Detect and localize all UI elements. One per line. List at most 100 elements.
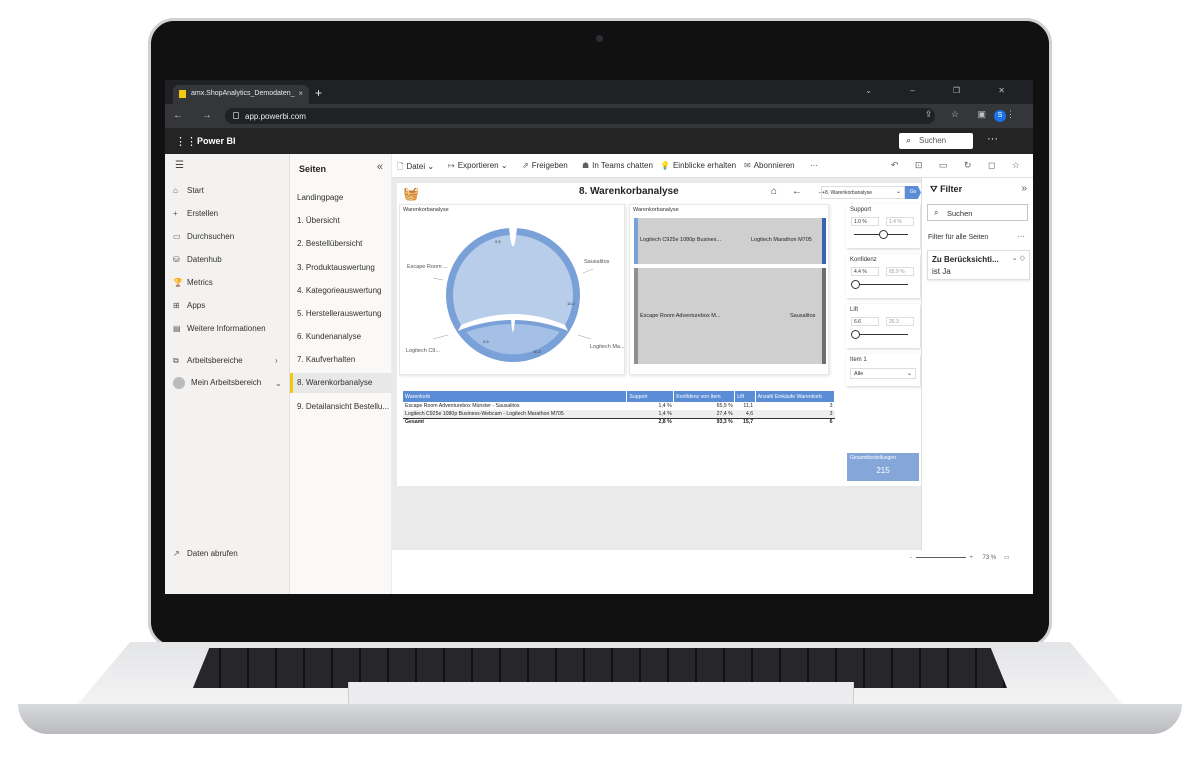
shopping-basket-icon: 🧺 — [403, 186, 420, 201]
window-controls[interactable]: ⌄ – ❐ ✕ — [865, 86, 1023, 95]
item-dropdown[interactable]: Alle ⌄ — [850, 368, 916, 379]
slider-handle[interactable] — [851, 330, 860, 339]
slider-track — [854, 334, 908, 335]
slicer-min-input[interactable]: 1.0 % — [851, 217, 879, 226]
page-tab-9[interactable]: 9. Detailansicht Bestellu... — [290, 397, 392, 417]
sankey-node-left-2 — [634, 268, 638, 364]
sankey-visual[interactable]: Warenkorbanalyse Logitech C925e 1080p Bu… — [629, 204, 829, 375]
nav-item-daten-abrufen[interactable]: ↗ Daten abrufen — [173, 549, 238, 558]
zoom-out-button[interactable]: - — [910, 555, 912, 561]
slicer-min-input[interactable]: 4.4 % — [851, 267, 879, 276]
nav-item-weitere-informationen[interactable]: ▤ Weitere Informationen — [173, 324, 266, 333]
subscribe-button[interactable]: ✉ Abonnieren — [744, 161, 795, 170]
basket-table[interactable]: Warenkorb Support Konfidenz von Item Lif… — [403, 391, 836, 426]
slicer-max-input[interactable]: 1.4 % — [886, 217, 914, 226]
table-row[interactable]: Logitech C925e 1080p Business-Webcam - L… — [403, 410, 835, 418]
slicer-title: Lift — [850, 307, 859, 313]
filter-card[interactable]: Zu Berücksichti... ist Ja ⌄ ◇ — [927, 250, 1030, 280]
nav-label: Mein Arbeitsbereich — [191, 378, 262, 388]
page-tab-2[interactable]: 2. Bestellübersicht — [290, 234, 392, 254]
view-toolbar-icons[interactable]: ↶ ⊡ ▭ ↻ ◻ ☆ — [891, 160, 1027, 171]
browser-actions: ⇪ ☆ ▣ S ⋮ — [925, 109, 1023, 122]
nav-item-durchsuchen[interactable]: ▭ Durchsuchen — [173, 232, 234, 241]
nav-item-mein-arbeitsbereich[interactable]: Mein Arbeitsbereich ⌄ — [173, 377, 282, 389]
table-cell: Escape Room Adventurebox Münster - Sausa… — [405, 403, 520, 409]
table-header-row: Warenkorb Support Konfidenz von Item Lif… — [403, 391, 836, 402]
apps-icon: ⊞ — [173, 301, 180, 310]
item-dropdown-value: Alle — [854, 371, 864, 377]
slider-handle[interactable] — [879, 230, 888, 239]
slicer-max-input[interactable]: 26.3 — [886, 317, 914, 326]
hamburger-menu-icon[interactable]: ☰ — [175, 160, 184, 171]
more-actions-icon[interactable]: ··· — [810, 161, 818, 170]
zoom-in-button[interactable]: + — [969, 555, 973, 561]
chord-leader — [432, 334, 449, 340]
col-header[interactable]: Konfidenz von Item — [673, 391, 736, 402]
nav-item-datenhub[interactable]: ⛁ Datenhub — [173, 255, 222, 264]
go-button[interactable]: Go — [905, 186, 921, 199]
page-tab-3[interactable]: 3. Produktauswertung — [290, 258, 392, 278]
konfidenz-slicer[interactable]: Konfidenz 4.4 % 65.9 % — [846, 254, 920, 298]
support-slicer[interactable]: Support 1.0 % 1.4 % — [846, 204, 920, 248]
slicer-max-input[interactable]: 65.9 % — [886, 267, 914, 276]
report-title: 8. Warenkorbanalyse — [579, 186, 679, 197]
sankey-label-right-1: Logitech Marathon M705 — [751, 237, 812, 243]
export-icon: ↦ — [448, 161, 455, 170]
page-tab-7[interactable]: 7. Kaufverhalten — [290, 350, 392, 370]
global-search-input[interactable]: ⌕ Suchen — [899, 133, 973, 149]
collapse-filter-icon[interactable]: » — [1021, 183, 1027, 194]
browser-menu-icon[interactable]: ⋮ — [1006, 109, 1023, 119]
lift-slicer[interactable]: Lift 6.6 26.3 — [846, 304, 920, 348]
pages-pane: Seiten « Landingpage 1. Übersicht 2. Bes… — [290, 154, 392, 550]
page-tab-4[interactable]: 4. Kategorieauswertung — [290, 281, 392, 301]
page-tab-6[interactable]: 6. Kundenanalyse — [290, 327, 392, 347]
nav-item-erstellen[interactable]: + Erstellen — [173, 209, 218, 218]
page-tab-1[interactable]: 1. Übersicht — [290, 211, 392, 231]
teams-button[interactable]: ☗ In Teams chatten — [582, 161, 653, 170]
kpi-card-gesamtbestellungen[interactable]: Gesamtbestellungen 215 — [847, 453, 919, 481]
new-tab-button[interactable]: + — [315, 86, 322, 100]
page-tab-8-active[interactable]: 8. Warenkorbanalyse — [290, 373, 392, 393]
nav-label: Erstellen — [187, 209, 219, 218]
page-tab-5[interactable]: 5. Herstellerauswertung — [290, 304, 392, 324]
nav-item-start[interactable]: ⌂ Start — [173, 186, 204, 195]
page-navigator-dropdown[interactable]: 8. Warenkorbanalyse ⌄ — [821, 186, 905, 199]
filter-card-actions-icon[interactable]: ⌄ ◇ — [1012, 254, 1025, 262]
table-row[interactable]: Escape Room Adventurebox Münster - Sausa… — [403, 402, 835, 410]
collapse-pages-icon[interactable]: « — [377, 161, 383, 173]
share-bookmark-icons[interactable]: ⇪ ☆ ▣ — [925, 109, 994, 119]
app-launcher-icon[interactable]: ⋮⋮ — [175, 135, 197, 148]
table-cell: 15,7 — [734, 417, 756, 426]
slicer-min-input[interactable]: 6.6 — [851, 317, 879, 326]
filter-search-input[interactable]: ⌕ Suchen — [927, 204, 1028, 221]
chord-diagram-visual[interactable]: Warenkorbanalyse 0.5 10.2 0.5 10.2 Escap… — [399, 204, 625, 375]
file-menu[interactable]: 🗋 Datei ⌄ — [397, 161, 434, 175]
browser-tab[interactable]: amx.ShopAnalytics_Demodaten_ × — [173, 85, 309, 104]
zoom-slider-track[interactable] — [915, 556, 966, 558]
col-header[interactable]: Warenkorb — [403, 391, 628, 402]
page-tab-landingpage[interactable]: Landingpage — [290, 188, 392, 208]
zoom-control[interactable]: - + 73 % ▭ — [910, 554, 1030, 564]
trophy-icon: 🏆 — [173, 278, 183, 287]
item-slicer[interactable]: Item 1 Alle ⌄ — [846, 354, 920, 386]
nav-item-apps[interactable]: ⊞ Apps — [173, 301, 205, 310]
share-button[interactable]: ⇗ Freigeben — [522, 161, 568, 170]
fit-page-icon[interactable]: ▭ — [1004, 555, 1010, 561]
filter-more-icon[interactable]: ··· — [1017, 232, 1025, 241]
header-more-icon[interactable]: ··· — [987, 133, 998, 145]
nav-item-arbeitsbereiche[interactable]: ⧉ Arbeitsbereiche › — [173, 356, 278, 366]
slider-handle[interactable] — [851, 280, 860, 289]
share-icon: ⇗ — [522, 161, 529, 170]
col-header[interactable]: Lift — [734, 391, 756, 402]
nav-item-metrics[interactable]: 🏆 Metrics — [173, 278, 213, 287]
database-icon: ⛁ — [173, 255, 180, 264]
col-header[interactable]: Anzahl Einkäufe Warenkorb — [755, 391, 836, 402]
url-field[interactable]: app.powerbi.com — [225, 108, 935, 124]
col-header[interactable]: Support — [626, 391, 675, 402]
filter-card-value: ist Ja — [932, 267, 951, 276]
close-tab-icon[interactable]: × — [298, 89, 303, 98]
profile-avatar[interactable]: S — [994, 110, 1006, 122]
filter-search-placeholder: Suchen — [947, 209, 973, 218]
insights-button[interactable]: 💡 Einblicke erhalten — [660, 161, 736, 170]
export-menu[interactable]: ↦ Exportieren ⌄ — [448, 161, 508, 170]
